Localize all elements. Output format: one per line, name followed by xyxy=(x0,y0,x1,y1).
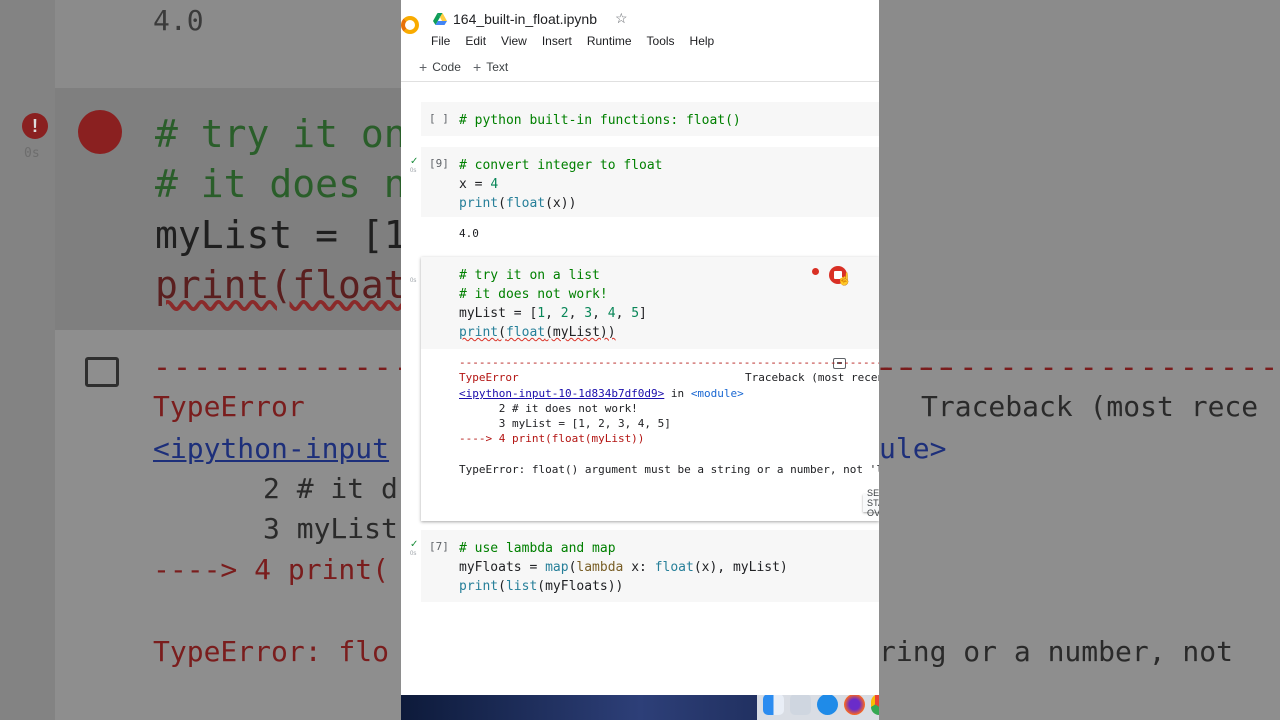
success-check-icon: ✓ xyxy=(410,156,419,167)
cell-code[interactable]: # python built-in functions: float() xyxy=(459,111,741,130)
menu-help[interactable]: Help xyxy=(690,34,723,48)
zoom-traceback-label: Traceback (most rece xyxy=(921,390,1259,423)
cell-run-time: 0s xyxy=(410,278,417,284)
add-text-button[interactable]: + Text xyxy=(473,60,508,74)
notebook-title[interactable]: 164_built-in_float.ipynb xyxy=(453,11,597,27)
error-message: TypeError: float() argument must be a st… xyxy=(459,463,879,476)
zoom-error-badge-icon: ! xyxy=(22,113,48,139)
code-line: # python built-in functions: float() xyxy=(459,113,741,128)
zoom-dashes-right: ---------------------------------------- xyxy=(879,350,1280,385)
cell-output: 4.0 xyxy=(459,227,479,240)
code-line: # use lambda and map xyxy=(459,541,616,556)
ipython-input-link[interactable]: <ipython-input-10-1d834b7df0d9> xyxy=(459,387,664,400)
add-text-label: Text xyxy=(486,60,509,74)
code-cell-1[interactable]: [ ] # python built-in functions: float() xyxy=(421,102,879,136)
code-cell-2[interactable]: [9] # convert integer to float x = 4 pri… xyxy=(421,147,879,217)
zoom-gutter xyxy=(0,0,55,720)
zoom-run-error-icon xyxy=(78,110,122,154)
finder-icon[interactable] xyxy=(763,693,784,715)
cell-run-time: 0s xyxy=(410,551,417,557)
google-drive-icon xyxy=(433,12,447,25)
chrome-icon[interactable] xyxy=(871,693,879,715)
menu-view[interactable]: View xyxy=(501,34,535,48)
cell-code[interactable]: # try it on a list # it does not work! m… xyxy=(459,266,647,342)
code-cell-4[interactable]: [7] # use lambda and map myFloats = map(… xyxy=(421,530,879,602)
code-line: # it does not work! xyxy=(459,287,608,302)
menu-edit[interactable]: Edit xyxy=(465,34,494,48)
search-stack-overflow-button[interactable]: SEARCH STACK OVERFLOW xyxy=(863,488,879,518)
traceback-location: <ipython-input-10-1d834b7df0d9> in <modu… xyxy=(459,387,744,400)
cell-exec-count[interactable]: [9] xyxy=(429,157,449,170)
plus-icon: + xyxy=(473,59,482,75)
add-code-button[interactable]: + Code xyxy=(419,60,461,74)
add-code-label: Code xyxy=(432,60,461,74)
zoom-error-message-left: TypeError: flo xyxy=(153,635,390,668)
zoom-traceback-line-3: 3 myList xyxy=(263,512,398,545)
cell-exec-count[interactable]: [ ] xyxy=(429,112,449,125)
colab-logo-icon[interactable] xyxy=(401,16,419,34)
menu-file[interactable]: File xyxy=(431,34,458,48)
notebook-toolbar: + Code + Text xyxy=(401,56,879,82)
zoom-traceback-line-4: ----> 4 print( xyxy=(153,553,390,586)
hand-cursor-icon: ☝ xyxy=(837,272,852,286)
launchpad-icon[interactable] xyxy=(790,693,811,715)
code-line: # convert integer to float xyxy=(459,158,663,173)
safari-icon[interactable] xyxy=(817,693,838,715)
zoom-code-line-4: print(float xyxy=(155,263,407,307)
zoom-code-line-1: # try it on xyxy=(155,112,407,156)
zoom-error-type: TypeError xyxy=(153,390,305,423)
star-icon[interactable]: ☆ xyxy=(615,10,628,27)
notebook-titlebar: 164_built-in_float.ipynb ☆ xyxy=(433,10,628,27)
menu-bar: File Edit View Insert Runtime Tools Help xyxy=(431,34,729,48)
zoom-input-link: <ipython-input xyxy=(153,432,390,465)
traceback-error-type: TypeError xyxy=(459,371,519,384)
menu-runtime[interactable]: Runtime xyxy=(587,34,640,48)
menu-insert[interactable]: Insert xyxy=(542,34,580,48)
zoom-traceback-line-2: 2 # it d xyxy=(263,472,398,505)
firefox-icon[interactable] xyxy=(844,693,865,715)
cell-run-time: 0s xyxy=(410,168,417,174)
colab-notebook-window: 164_built-in_float.ipynb ☆ File Edit Vie… xyxy=(401,0,879,695)
zoom-status-label: 0s xyxy=(24,146,40,161)
traceback-dashes: ----------------------------------------… xyxy=(459,356,879,369)
code-line: # try it on a list xyxy=(459,268,600,283)
cell-exec-count[interactable]: [7] xyxy=(429,540,449,553)
cell-code[interactable]: # convert integer to float x = 4 print(f… xyxy=(459,156,663,213)
traceback-line-4: ----> 4 print(float(myList)) xyxy=(459,432,645,445)
traceback-line-2: 2 # it does not work! xyxy=(459,402,638,415)
success-check-icon: ✓ xyxy=(410,539,419,550)
zoom-code-line-2: # it does n xyxy=(155,162,407,206)
zoom-module-label: ule> xyxy=(879,432,947,465)
zoom-code-line-3: myList = [1 xyxy=(155,213,407,257)
zoom-output-value: 4.0 xyxy=(153,4,204,37)
cell-code[interactable]: # use lambda and map myFloats = map(lamb… xyxy=(459,539,788,596)
traceback-label: Traceback (most recent call last) xyxy=(745,371,879,384)
zoom-error-message-right: ring or a number, not xyxy=(879,635,1234,668)
module-label: <module> xyxy=(690,387,744,400)
menu-tools[interactable]: Tools xyxy=(647,34,683,48)
plus-icon: + xyxy=(419,59,428,75)
traceback-line-3: 3 myList = [1, 2, 3, 4, 5] xyxy=(459,417,671,430)
error-indicator-icon xyxy=(812,268,819,275)
zoom-output-icon xyxy=(85,357,119,387)
